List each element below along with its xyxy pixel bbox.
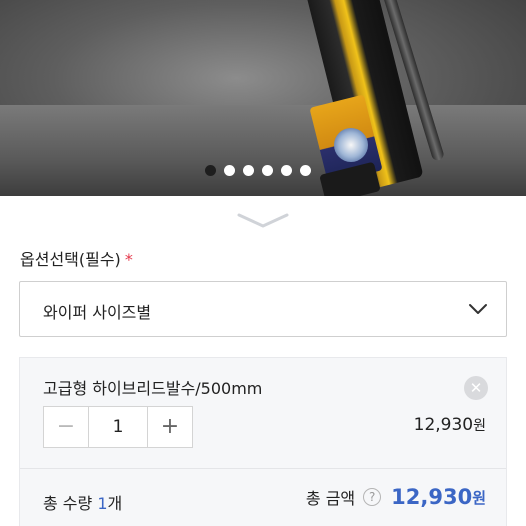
total-quantity-value: 1 (97, 494, 108, 513)
product-image[interactable] (0, 0, 526, 196)
option-dropdown[interactable]: 와이퍼 사이즈별 (19, 281, 507, 337)
option-price-currency: 원 (473, 418, 486, 434)
collapse-chevron-icon[interactable] (237, 212, 289, 230)
close-icon: ✕ (469, 379, 483, 397)
decrease-quantity-button[interactable]: − (44, 407, 89, 447)
wiper-badge (334, 128, 368, 162)
increase-quantity-button[interactable]: + (147, 407, 192, 447)
option-select-label-text: 옵션선택(필수) (20, 250, 121, 269)
carousel-dot[interactable] (300, 165, 311, 176)
option-select-label: 옵션선택(필수) * (20, 246, 133, 270)
carousel-dot[interactable] (281, 165, 292, 176)
total-quantity-unit: 개 (107, 494, 123, 513)
chevron-down-icon (469, 304, 487, 314)
quantity-value[interactable]: 1 (89, 407, 147, 447)
carousel-dot-active[interactable] (205, 165, 216, 176)
summary-divider (20, 468, 506, 469)
carousel-dots (205, 165, 311, 176)
total-quantity: 총 수량 1개 (43, 490, 122, 514)
total-amount-value: 12,930 (391, 485, 473, 509)
selected-option-name: 고급형 하이브리드발수/500mm (43, 379, 263, 398)
carousel-dot[interactable] (243, 165, 254, 176)
quantity-stepper: − 1 + (43, 406, 193, 448)
carousel-dot[interactable] (262, 165, 273, 176)
remove-option-button[interactable]: ✕ (464, 376, 488, 400)
selected-option-card: 고급형 하이브리드발수/500mm ✕ − 1 + 12,930원 총 수량 1… (19, 357, 507, 526)
total-amount-label: 총 금액 (305, 489, 356, 508)
image-floor (0, 105, 526, 196)
total-quantity-label: 총 수량 (43, 494, 98, 513)
option-price: 12,930원 (414, 415, 486, 435)
carousel-dot[interactable] (224, 165, 235, 176)
total-amount-currency: 원 (472, 488, 486, 507)
required-mark: * (124, 250, 133, 269)
option-price-value: 12,930 (413, 415, 474, 435)
total-amount: 총 금액 ? 12,930 원 (306, 485, 486, 509)
help-icon[interactable]: ? (363, 488, 382, 506)
option-dropdown-value: 와이퍼 사이즈별 (43, 303, 152, 322)
